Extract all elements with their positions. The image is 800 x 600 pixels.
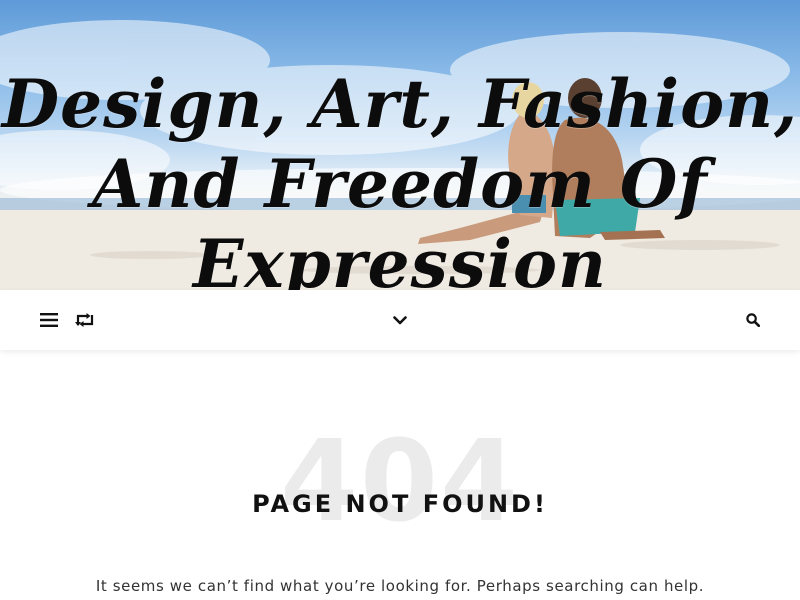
- random-post-icon: [75, 313, 94, 327]
- error-code-watermark: 404: [280, 417, 520, 547]
- main-navigation-bar: [0, 290, 800, 350]
- error-description: It seems we can’t find what you’re looki…: [95, 577, 705, 595]
- search-icon: [746, 313, 760, 327]
- sidebar-menu-button[interactable]: [36, 290, 62, 350]
- site-title-line-1: Design, Art, Fashion,: [1, 65, 799, 144]
- mobile-menu-toggle[interactable]: [388, 290, 412, 350]
- error-page-content: 404 PAGE NOT FOUND! It seems we can’t fi…: [0, 350, 800, 600]
- site-title-line-2: And Freedom Of: [92, 145, 708, 224]
- menu-icon: [40, 313, 58, 327]
- page-title: PAGE NOT FOUND!: [252, 489, 548, 518]
- search-button[interactable]: [741, 290, 765, 350]
- site-title-line-3: Expression: [193, 225, 607, 290]
- site-title[interactable]: Design, Art, Fashion, And Freedom Of Exp…: [0, 64, 800, 290]
- random-post-button[interactable]: [72, 290, 98, 350]
- chevron-down-icon: [393, 315, 407, 324]
- header-banner: Design, Art, Fashion, And Freedom Of Exp…: [0, 0, 800, 290]
